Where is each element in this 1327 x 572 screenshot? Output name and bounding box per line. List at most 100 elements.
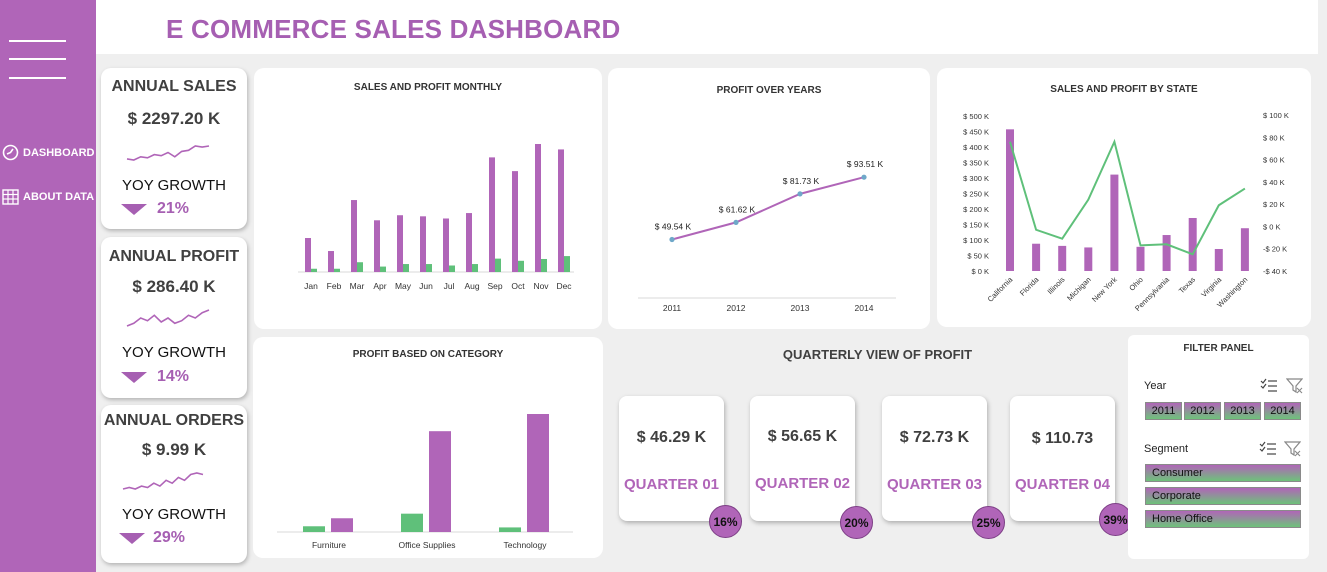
filter-panel-title: FILTER PANEL bbox=[1183, 343, 1254, 354]
x-tick-label: Jan bbox=[304, 281, 318, 291]
data-point bbox=[669, 236, 675, 243]
profit-bar bbox=[564, 256, 570, 272]
down-arrow-icon bbox=[119, 533, 145, 544]
purple-bar bbox=[331, 518, 353, 532]
y2-tick-label: -$ 20 K bbox=[1263, 245, 1287, 254]
sales-bar bbox=[512, 171, 518, 272]
monthly-chart: Jan Feb Mar Apr May Jun Jul Aug Sep Oct Nov Dec bbox=[298, 144, 574, 291]
profit-bar bbox=[472, 264, 478, 272]
kpi-growth-value: 29% bbox=[153, 529, 186, 546]
purple-bar bbox=[527, 414, 549, 532]
menu-icon-line[interactable] bbox=[9, 58, 66, 60]
down-arrow-icon bbox=[121, 372, 147, 383]
sales-bar bbox=[1110, 174, 1119, 271]
quarter-label: QUARTER 04 bbox=[1014, 476, 1111, 493]
clear-filter-icon[interactable] bbox=[1286, 378, 1303, 394]
segment-button-consumer[interactable]: Consumer bbox=[1145, 464, 1301, 482]
quarter-card: $ 72.73 K QUARTER 03 bbox=[882, 396, 987, 521]
kpi-card-orders: ANNUAL ORDERS $ 9.99 K YOY GROWTH 29% bbox=[101, 405, 247, 563]
segment-button-home-office[interactable]: Home Office bbox=[1145, 510, 1301, 528]
down-arrow-icon bbox=[121, 204, 147, 215]
profit-bar bbox=[518, 260, 524, 272]
segment-button-corporate[interactable]: Corporate bbox=[1145, 487, 1301, 505]
sales-bar bbox=[1162, 235, 1171, 271]
kpi-growth-value: 21% bbox=[157, 200, 190, 217]
multi-select-icon[interactable] bbox=[1259, 441, 1277, 457]
y2-tick-label: -$ 40 K bbox=[1263, 267, 1287, 276]
y-tick-label: $ 400 K bbox=[963, 143, 989, 152]
menu-icon-line[interactable] bbox=[9, 40, 66, 42]
sales-bar bbox=[397, 215, 403, 272]
x-tick-label: Ohio bbox=[1127, 275, 1145, 293]
clear-filter-icon[interactable] bbox=[1284, 441, 1301, 457]
profit-line bbox=[671, 176, 865, 241]
sidebar: DASHBOARD ABOUT DATA bbox=[0, 0, 96, 572]
year-button-2014[interactable]: 2014 bbox=[1264, 402, 1301, 420]
nav-dashboard[interactable]: DASHBOARD bbox=[2, 144, 95, 161]
x-tick-label: 2011 bbox=[663, 303, 682, 313]
x-tick-label: May bbox=[395, 281, 412, 291]
x-tick-label: Michigan bbox=[1065, 275, 1093, 303]
nav-about-data[interactable]: ABOUT DATA bbox=[2, 189, 94, 205]
sales-bar bbox=[351, 200, 357, 272]
x-tick-label: Apr bbox=[373, 281, 386, 291]
sales-bar bbox=[558, 149, 564, 272]
y-tick-label: $ 150 K bbox=[963, 221, 989, 230]
x-tick-label: Technology bbox=[503, 540, 547, 550]
profit-bar bbox=[403, 264, 409, 272]
sales-bar bbox=[420, 216, 426, 272]
data-label: $ 49.54 K bbox=[655, 221, 692, 231]
x-tick-label: 2012 bbox=[727, 303, 746, 313]
y-tick-label: $ 100 K bbox=[963, 236, 989, 245]
year-button-2011[interactable]: 2011 bbox=[1145, 402, 1182, 420]
data-point bbox=[861, 174, 867, 180]
x-tick-label: Office Supplies bbox=[398, 540, 455, 550]
kpi-sparkline bbox=[122, 472, 204, 490]
multi-select-icon[interactable] bbox=[1260, 378, 1278, 394]
y-tick-label: $ 200 K bbox=[963, 205, 989, 214]
quarter-percent-badge: 20% bbox=[840, 506, 873, 539]
x-tick-label: Virginia bbox=[1199, 274, 1224, 299]
profit-bar bbox=[495, 258, 501, 272]
x-tick-label: Oct bbox=[511, 281, 525, 291]
x-tick-label: Nov bbox=[533, 281, 549, 291]
x-tick-label: Jul bbox=[444, 281, 455, 291]
x-tick-label: Sep bbox=[487, 281, 502, 291]
y2-tick-label: $ 80 K bbox=[1263, 133, 1285, 142]
quarter-label: QUARTER 02 bbox=[754, 475, 851, 492]
sales-bar bbox=[305, 238, 311, 272]
y2-tick-label: $ 0 K bbox=[1263, 222, 1281, 231]
profit-bar bbox=[334, 268, 340, 272]
y-tick-label: $ 450 K bbox=[963, 128, 989, 137]
kpi-value: $ 9.99 K bbox=[141, 440, 207, 459]
gauge-icon bbox=[2, 144, 19, 161]
state-chart: $ 500 K $ 450 K $ 400 K $ 350 K $ 300 K $ 250… bbox=[963, 111, 1289, 313]
year-button-2013[interactable]: 2013 bbox=[1224, 402, 1261, 420]
profit-line bbox=[1009, 138, 1246, 256]
y-tick-label: $ 50 K bbox=[967, 252, 989, 261]
y2-tick-label: $ 20 K bbox=[1263, 200, 1285, 209]
chart-card-monthly: SALES AND PROFIT MONTHLY Jan Feb Mar Apr May… bbox=[254, 68, 602, 329]
quarter-label: QUARTER 03 bbox=[886, 476, 983, 493]
x-tick-label: 2014 bbox=[855, 303, 874, 313]
year-button-2012[interactable]: 2012 bbox=[1184, 402, 1221, 420]
kpi-growth-value: 14% bbox=[157, 368, 190, 385]
green-bar bbox=[401, 513, 423, 532]
page-title: E COMMERCE SALES DASHBOARD bbox=[166, 14, 621, 44]
quarter-card: $ 110.73 QUARTER 04 bbox=[1010, 396, 1115, 521]
profit-bar bbox=[541, 258, 547, 272]
green-bar bbox=[499, 527, 521, 532]
menu-icon-line[interactable] bbox=[9, 77, 66, 79]
purple-bar bbox=[429, 431, 451, 532]
sales-bar bbox=[535, 144, 541, 272]
quarter-value: $ 46.29 K bbox=[636, 429, 707, 446]
quarter-percent-badge: 16% bbox=[709, 505, 742, 538]
x-tick-label: Furniture bbox=[312, 540, 346, 550]
quarter-value: $ 110.73 bbox=[1031, 430, 1094, 447]
kpi-value: $ 286.40 K bbox=[132, 277, 216, 296]
sales-bar bbox=[1032, 243, 1041, 271]
nav-about-label: ABOUT DATA bbox=[23, 191, 95, 203]
y-tick-label: $ 500 K bbox=[963, 112, 989, 121]
profit-bar bbox=[311, 268, 317, 272]
quarter-card: $ 46.29 K QUARTER 01 bbox=[619, 396, 724, 521]
